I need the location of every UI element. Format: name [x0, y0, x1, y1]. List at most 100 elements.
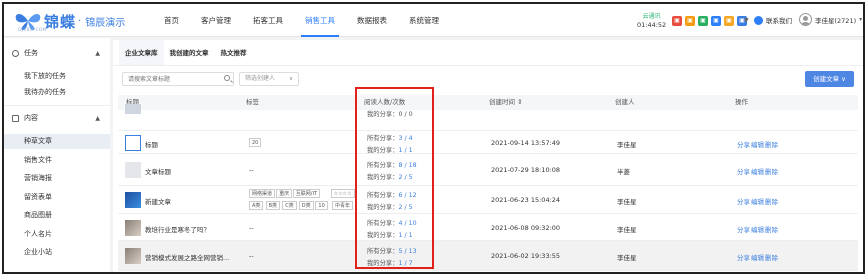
nav-item-1[interactable]: 客户管理	[201, 4, 231, 37]
divider	[4, 105, 110, 106]
delete-link[interactable]: 删除	[765, 224, 778, 234]
table-row: 新建文章 网络渠道 重庆 互联网/IT ☆☆☆☆ A类 B类 C类 D类 10 中青年 所有分享：6 …	[118, 186, 858, 214]
delete-link[interactable]: 删除	[765, 139, 778, 149]
table-header: 标题 标签 阅读人数/次数 创建时间 ⇕ 创建人 操作	[118, 95, 858, 110]
edit-link[interactable]: 编辑	[751, 224, 764, 234]
article-title[interactable]: 教培行业是寒冬了吗？	[145, 224, 210, 234]
col-tags: 标签	[246, 98, 259, 106]
tag-badge: 10	[315, 201, 328, 210]
creator-name: 李佳星	[617, 198, 637, 206]
share-link[interactable]: 分享	[737, 196, 750, 206]
article-tabs: 企业文章库 我创建的文章 热文推荐	[113, 40, 863, 66]
chevron-down-icon: ▾	[859, 16, 863, 23]
app-icon-green[interactable]: ▣	[698, 16, 708, 26]
highlight-box	[355, 87, 434, 269]
tag-badge: A类	[249, 201, 264, 210]
sidebar-item-6[interactable]: 企业小站	[4, 245, 110, 260]
share-link[interactable]: 分享	[737, 252, 750, 262]
edit-link[interactable]: 编辑	[751, 139, 764, 149]
sidebar-item-todo-tasks[interactable]: 我待办的任务	[4, 85, 110, 100]
sidebar-item-2[interactable]: 营销海报	[4, 171, 110, 186]
app-icon-blue[interactable]: ▣	[711, 16, 721, 26]
user-menu[interactable]: 李佳星(2721) ▾	[799, 13, 862, 26]
share-link[interactable]: 分享	[737, 166, 750, 176]
creator-select[interactable]: 筛选创建人 ∨	[239, 72, 299, 86]
tag-badge: B类	[265, 201, 281, 210]
top-bar: 锦蝶 · 锦辰演示 GJCRM.COM 首页 客户管理 拓客工具 销售工具 数据报表 系统…	[4, 4, 863, 37]
article-thumbnail	[125, 219, 141, 236]
table-row: 营销模式发展之路全网营销... -- 所有分享：5 / 13 我的分享：1 / 7 20…	[118, 241, 858, 271]
article-title[interactable]: 文章标题	[145, 166, 171, 176]
nav-item-2[interactable]: 拓客工具	[253, 4, 283, 37]
call-label: 云通讯	[642, 13, 661, 20]
sidebar-item-3[interactable]: 留资表单	[4, 190, 110, 205]
nav-item-5[interactable]: 系统管理	[409, 4, 439, 37]
sidebar: 任务 ▲ 我下放的任务 我待办的任务 内容 ▲ 种草文章销售文件营销海报留资表单…	[4, 38, 110, 272]
tag-badge: C类	[282, 201, 297, 210]
sidebar-item-5[interactable]: 个人名片	[4, 227, 110, 242]
tag-badge: 网络渠道	[249, 189, 276, 198]
tab-1[interactable]: 我创建的文章	[164, 40, 215, 65]
app-window: 锦蝶 · 锦辰演示 GJCRM.COM 首页 客户管理 拓客工具 销售工具 数据报表 系统…	[2, 2, 865, 274]
app-icon-orange[interactable]: ▣	[685, 16, 695, 26]
section-label: 内容	[24, 114, 38, 122]
content-icon	[12, 114, 19, 122]
edit-link[interactable]: 编辑	[751, 252, 764, 262]
table-row: 我的分享：0 / 0	[118, 104, 858, 131]
delete-link[interactable]: 删除	[765, 196, 778, 206]
article-thumbnail	[125, 162, 141, 178]
tags-empty: --	[249, 166, 254, 174]
contact-us-button[interactable]: 联系我们	[754, 15, 792, 25]
app-icons: ▣ ▣ ▣ ▣ ▣ ▣	[672, 16, 747, 26]
app-icon-orange2[interactable]: ▣	[724, 16, 734, 26]
sidebar-item-1[interactable]: 销售文件	[4, 153, 110, 168]
col-ops: 操作	[735, 98, 748, 106]
collapse-icon: ▲	[95, 49, 100, 57]
article-title[interactable]: 新建文章	[145, 196, 171, 206]
avatar-icon	[799, 13, 812, 26]
task-icon	[12, 49, 19, 57]
sidebar-item-assigned-tasks[interactable]: 我下放的任务	[4, 69, 110, 84]
search-input[interactable]	[122, 72, 234, 86]
brand-dot: ·	[78, 15, 82, 27]
col-creator: 创建人	[615, 98, 635, 106]
nav-item-4[interactable]: 数据报表	[357, 4, 387, 37]
create-article-button[interactable]: 创建文章 ∨	[805, 71, 854, 87]
tag-badge: 中青年	[332, 201, 354, 210]
table-row: 标题 20 所有分享：3 / 4 我的分享：1 / 1 2021-09-14 13:57…	[118, 131, 858, 154]
brand-url: GJCRM.COM	[18, 27, 47, 32]
search-icon[interactable]	[224, 75, 230, 81]
edit-link[interactable]: 编辑	[751, 196, 764, 206]
share-link[interactable]: 分享	[737, 139, 750, 149]
tag-badge: 20	[249, 137, 262, 147]
tag-badge: ☆☆☆☆	[330, 189, 355, 198]
article-thumbnail	[125, 192, 141, 208]
app-icon-red[interactable]: ▣	[672, 16, 682, 26]
collapse-icon: ▲	[95, 114, 100, 122]
table-row: 教培行业是寒冬了吗？ -- 所有分享：4 / 10 我的分享：1 / 1 2021-06…	[118, 214, 858, 241]
sidebar-item-4[interactable]: 商品图册	[4, 208, 110, 223]
delete-link[interactable]: 删除	[765, 166, 778, 176]
sidebar-section-content[interactable]: 内容 ▲	[4, 111, 110, 125]
share-link[interactable]: 分享	[737, 224, 750, 234]
nav-item-3[interactable]: 销售工具	[301, 4, 339, 37]
chevron-down-icon: ∨	[288, 76, 293, 82]
nav-item-0[interactable]: 首页	[164, 4, 179, 37]
edit-link[interactable]: 编辑	[751, 166, 764, 176]
brand-name: 锦蝶	[44, 12, 77, 31]
tab-2[interactable]: 热文推荐	[215, 40, 253, 65]
sidebar-item-0[interactable]: 种草文章	[4, 134, 110, 149]
delete-link[interactable]: 删除	[765, 252, 778, 262]
tab-0[interactable]: 企业文章库	[119, 40, 164, 65]
col-created[interactable]: 创建时间 ⇕	[489, 95, 523, 110]
apps-dropdown-icon[interactable]: ▼	[744, 17, 749, 24]
tag-badge: 互联网/IT	[292, 189, 321, 198]
article-title[interactable]: 营销模式发展之路全网营销...	[145, 252, 229, 262]
article-title[interactable]: 标题	[145, 139, 158, 149]
call-clock[interactable]: 云通讯 01:44:52	[637, 12, 666, 30]
tag-badge: D类	[298, 201, 314, 210]
creator-name: 李佳星	[617, 254, 637, 262]
creator-name: 李佳星	[617, 225, 637, 234]
created-time: 2021-06-08 09:32:00	[491, 223, 561, 232]
sidebar-section-task[interactable]: 任务 ▲	[4, 46, 110, 60]
